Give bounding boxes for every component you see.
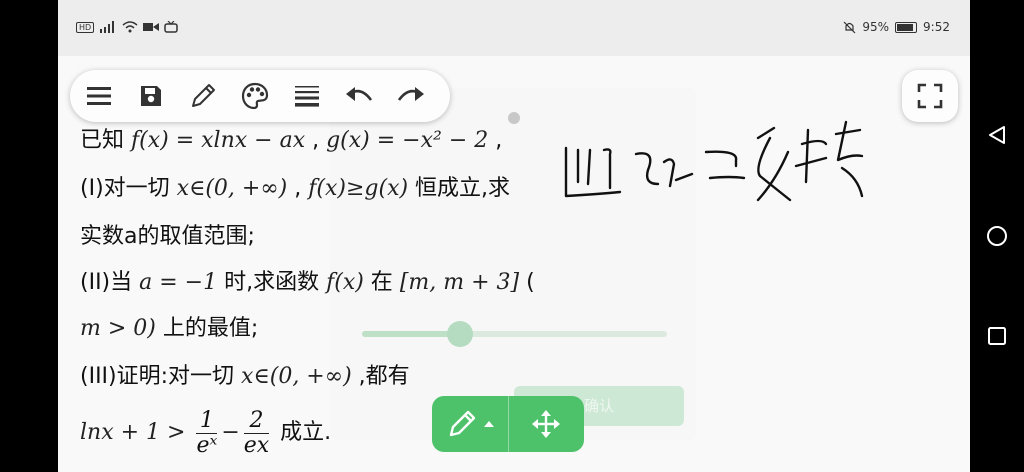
fullscreen-button[interactable] xyxy=(902,70,958,122)
palette-icon xyxy=(241,82,269,110)
drawing-toolbar xyxy=(70,70,450,122)
problem-line-4: (II)当 a = −1 时,求函数 f(x) 在 [m, m + 3] ( xyxy=(80,270,535,295)
slider-fill xyxy=(362,331,460,337)
pencil-icon xyxy=(449,410,475,437)
redo-icon xyxy=(397,87,424,101)
save-icon xyxy=(141,86,161,106)
status-right: 95% 9:52 xyxy=(843,20,950,34)
mute-bell-icon xyxy=(843,21,856,33)
handwritten-annotation xyxy=(564,120,864,202)
stroke-preview-dot xyxy=(508,112,520,124)
recents-square-icon xyxy=(988,327,1006,345)
undo-button[interactable] xyxy=(342,79,376,113)
caret-up-icon xyxy=(483,421,494,427)
status-time: 9:52 xyxy=(923,20,950,34)
hd-icon: HD xyxy=(76,21,95,33)
color-button[interactable] xyxy=(238,79,272,113)
slider-thumb[interactable] xyxy=(446,321,473,347)
problem-line-2: (I)对一切 x∈(0, +∞) , f(x)≥g(x) 恒成立,求 xyxy=(80,176,511,201)
move-button[interactable] xyxy=(507,396,585,452)
floating-draw-bar xyxy=(432,396,584,452)
menu-button[interactable] xyxy=(82,79,116,113)
wifi-icon xyxy=(122,21,138,33)
line-style-button[interactable] xyxy=(290,79,324,113)
battery-icon xyxy=(895,21,918,33)
home-button[interactable] xyxy=(984,223,1010,249)
problem-line-5: m > 0) 上的最值; xyxy=(80,316,259,341)
home-circle-icon xyxy=(987,226,1007,246)
problem-line-7: lnx + 1 > 1 eˣ −2 ex 成立. xyxy=(80,407,332,458)
move-icon xyxy=(532,410,561,438)
stroke-width-slider[interactable] xyxy=(362,321,667,347)
undo-icon xyxy=(346,87,373,101)
fraction-1: 1 eˣ xyxy=(196,407,218,458)
fraction-2: 2 ex xyxy=(243,407,270,458)
menu-icon xyxy=(87,87,111,105)
pencil-icon xyxy=(192,84,215,107)
back-button[interactable] xyxy=(984,122,1010,148)
system-nav-bar xyxy=(970,0,1024,472)
redo-button[interactable] xyxy=(394,79,428,113)
status-icons: HD xyxy=(76,21,178,33)
status-bar: HD 95% 9:52 xyxy=(58,0,970,56)
app-screen: HD 95% 9:52 取消 确认 已知 f(x) = xlnx − ax , … xyxy=(58,0,970,472)
problem-line-3: 实数a的取值范围; xyxy=(80,224,255,249)
signal-icon xyxy=(100,21,115,33)
problem-line-1: 已知 f(x) = xlnx − ax , g(x) = −x² − 2 , xyxy=(80,128,503,153)
pen-button[interactable] xyxy=(186,79,220,113)
tv-icon xyxy=(164,21,178,33)
video-icon xyxy=(143,23,160,31)
fullscreen-icon xyxy=(917,83,943,109)
lines-icon xyxy=(295,86,319,107)
back-triangle-icon xyxy=(989,126,1005,144)
battery-percent: 95% xyxy=(862,20,890,34)
problem-line-6: (III)证明:对一切 x∈(0, +∞) ,都有 xyxy=(80,364,410,389)
recents-button[interactable] xyxy=(984,323,1010,349)
draw-pen-button[interactable] xyxy=(432,396,508,452)
save-button[interactable] xyxy=(134,79,168,113)
